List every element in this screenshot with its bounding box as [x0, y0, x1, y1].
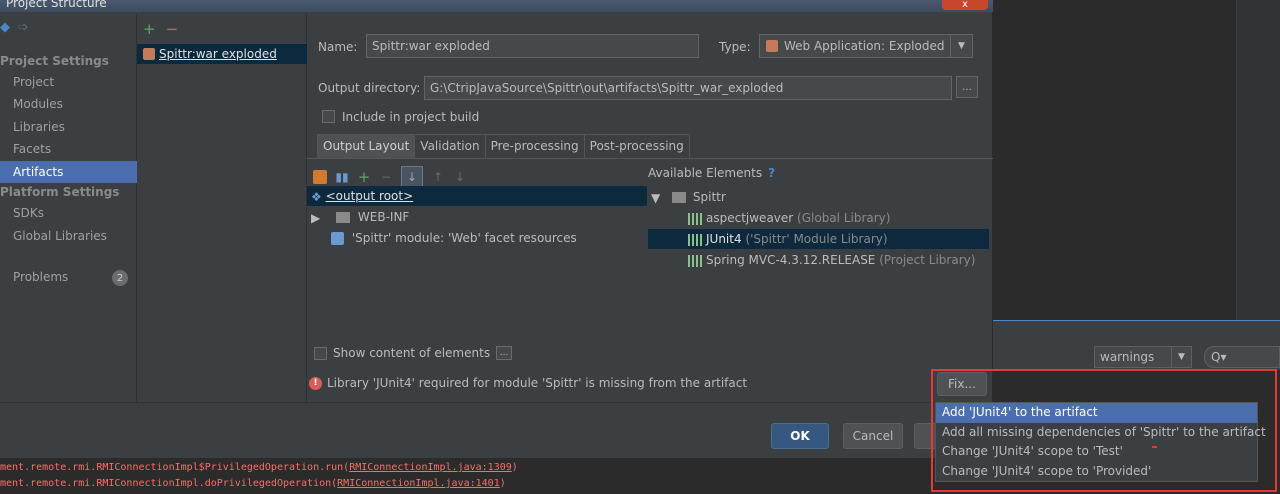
tab-pre-processing[interactable]: Pre-processing	[484, 134, 585, 158]
available-library-spring-mvc[interactable]: Spring MVC-4.3.12.RELEASE (Project Libra…	[688, 250, 975, 270]
chevron-down-icon: ▼	[1171, 347, 1191, 367]
tab-validation[interactable]: Validation	[414, 134, 486, 158]
highlight-mark	[1152, 446, 1157, 448]
add-element-icon[interactable]: +	[357, 168, 371, 186]
error-message: Library 'JUnit4' required for module 'Sp…	[327, 376, 748, 390]
tree-item-output-root[interactable]: ❖ <output root>	[307, 186, 647, 206]
error-icon: !	[309, 376, 322, 390]
module-folder-icon	[672, 192, 687, 203]
web-application-icon	[766, 40, 778, 52]
sidebar-item-artifacts[interactable]: Artifacts	[0, 161, 137, 183]
error-message-row: ! Library 'JUnit4' required for module '…	[309, 376, 747, 390]
expand-arrow-icon: ▼	[651, 190, 661, 205]
new-archive-icon[interactable]: ▮▮	[335, 170, 349, 184]
fix-option-add-all-missing[interactable]: Add all missing dependencies of 'Spittr'…	[936, 423, 1266, 443]
sort-elements-icon[interactable]: ↓	[401, 166, 423, 188]
dialog-button-bar: OK Cancel	[0, 402, 993, 458]
forward-arrow-icon[interactable]: ➩	[18, 20, 29, 36]
show-content-label: Show content of elements	[333, 346, 491, 360]
ok-button[interactable]: OK	[771, 423, 829, 449]
sidebar-item-facets[interactable]: Facets	[0, 138, 137, 160]
show-content-row: Show content of elements ...	[314, 346, 513, 360]
ide-right-gutter	[1236, 0, 1280, 320]
library-icon	[688, 254, 702, 267]
add-artifact-button[interactable]: +	[143, 22, 156, 37]
warnings-filter-select[interactable]: warnings ▼	[1094, 346, 1192, 368]
console-link[interactable]: RMIConnectionImpl.java:1309	[349, 462, 512, 473]
tree-item-facet-resources[interactable]: 'Spittr' module: 'Web' facet resources	[331, 228, 577, 248]
tree-item-web-inf[interactable]: ▶ WEB-INF	[311, 207, 409, 227]
move-down-icon[interactable]: ↓	[453, 170, 467, 184]
folder-icon	[336, 212, 351, 223]
fix-option-scope-provided[interactable]: Change 'JUnit4' scope to 'Provided'	[936, 462, 1257, 482]
project-structure-dialog: Project Structure x ◆ ➩ Project Settings…	[0, 0, 993, 458]
close-button[interactable]: x	[942, 0, 988, 10]
available-root-spittr[interactable]: ▼ Spittr	[651, 187, 726, 207]
artifact-type-select[interactable]: Web Application: Exploded ▼	[759, 34, 973, 58]
expand-arrow-icon: ▶	[311, 210, 321, 225]
remove-element-icon[interactable]: −	[379, 170, 393, 184]
output-layout-toolbar: ▮▮ + − ↓ ↑ ↓	[313, 166, 467, 188]
fix-option-add-junit4[interactable]: Add 'JUnit4' to the artifact	[936, 403, 1257, 423]
console-link[interactable]: RMIConnectionImpl.java:1401	[337, 478, 500, 489]
artifact-details: Name: Spittr:war exploded Type: Web Appl…	[307, 14, 993, 402]
settings-sidebar: ◆ ➩ Project Settings Project Modules Lib…	[0, 14, 137, 402]
fix-option-scope-test[interactable]: Change 'JUnit4' scope to 'Test'	[936, 442, 1257, 462]
sidebar-item-sdks[interactable]: SDKs	[0, 202, 137, 224]
fix-options-popup: Add 'JUnit4' to the artifact Add all mis…	[935, 402, 1266, 482]
sidebar-item-modules[interactable]: Modules	[0, 93, 137, 115]
browse-directory-button[interactable]: ...	[956, 76, 978, 98]
available-elements-heading: Available Elements?	[648, 166, 776, 180]
new-directory-icon[interactable]	[313, 170, 327, 184]
dialog-titlebar: Project Structure x	[0, 0, 993, 12]
problems-count-badge: 2	[112, 270, 128, 286]
tab-post-processing[interactable]: Post-processing	[583, 134, 690, 158]
sidebar-item-libraries[interactable]: Libraries	[0, 116, 137, 138]
output-directory-field[interactable]: G:\CtripJavaSource\Spittr\out\artifacts\…	[424, 76, 952, 100]
output-directory-label: Output directory:	[318, 81, 421, 95]
search-input[interactable]: Q▾	[1204, 346, 1280, 368]
show-content-options-button[interactable]: ...	[496, 346, 513, 360]
war-artifact-icon	[143, 48, 155, 60]
back-arrow-icon[interactable]: ◆	[0, 20, 10, 36]
facet-resources-icon	[331, 232, 344, 245]
library-icon	[688, 212, 702, 225]
artifact-list-panel: + − Spittr:war exploded	[137, 14, 307, 402]
available-library-aspectjweaver[interactable]: aspectjweaver (Global Library)	[688, 208, 890, 228]
cancel-button[interactable]: Cancel	[843, 423, 903, 449]
fix-button[interactable]: Fix...	[937, 372, 987, 396]
artifact-type-value: Web Application: Exploded	[784, 39, 945, 53]
library-icon	[688, 233, 702, 246]
close-icon: x	[962, 0, 968, 10]
chevron-down-icon: ▼	[950, 35, 972, 57]
artifact-tabs: Output Layout Validation Pre-processing …	[317, 134, 690, 158]
sidebar-item-global-libraries[interactable]: Global Libraries	[0, 225, 137, 247]
remove-artifact-button[interactable]: −	[166, 22, 179, 37]
warnings-filter-value: warnings	[1100, 350, 1155, 364]
type-label: Type:	[719, 40, 751, 54]
move-up-icon[interactable]: ↑	[431, 170, 445, 184]
sidebar-item-project[interactable]: Project	[0, 71, 137, 93]
name-label: Name:	[318, 40, 358, 54]
tab-output-layout[interactable]: Output Layout	[317, 134, 416, 158]
search-icon: Q▾	[1211, 350, 1227, 364]
include-in-build-label: Include in project build	[342, 110, 480, 124]
show-content-checkbox[interactable]	[314, 346, 327, 360]
output-root-icon: ❖	[311, 189, 322, 204]
tab-separator	[307, 158, 993, 159]
ide-tool-window-strip	[990, 320, 1280, 342]
platform-settings-heading: Platform Settings	[0, 185, 120, 199]
artifact-list-toolbar: + −	[143, 22, 179, 37]
dialog-title: Project Structure	[6, 0, 107, 10]
artifact-list-item-label: Spittr:war exploded	[159, 47, 277, 61]
nav-arrows: ◆ ➩	[0, 20, 29, 36]
artifact-list-item[interactable]: Spittr:war exploded	[137, 44, 307, 64]
artifact-name-field[interactable]: Spittr:war exploded	[366, 34, 699, 58]
project-settings-heading: Project Settings	[0, 54, 109, 68]
include-in-build-checkbox[interactable]	[322, 110, 335, 123]
available-library-junit4[interactable]: JUnit4 ('Spittr' Module Library)	[648, 229, 989, 249]
help-icon[interactable]: ?	[768, 166, 775, 180]
